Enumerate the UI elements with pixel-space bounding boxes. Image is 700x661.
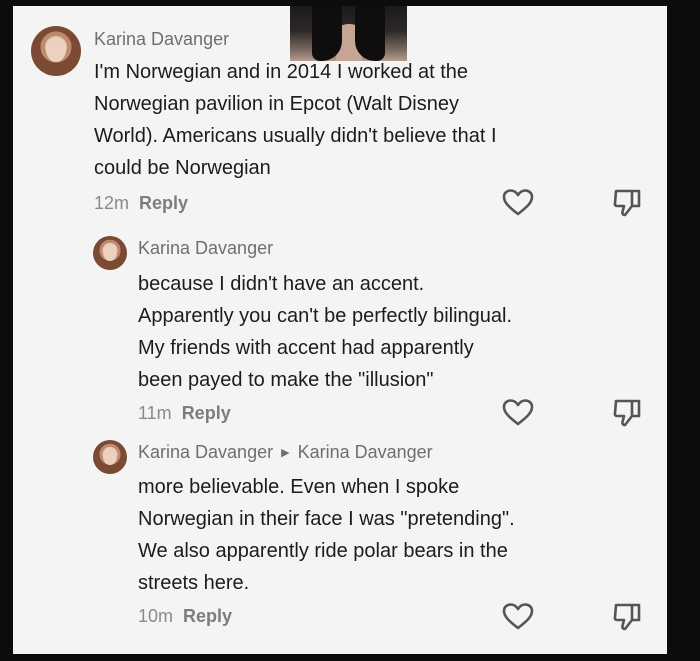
avatar[interactable] [93, 236, 127, 270]
comment-meta: 11m Reply [138, 403, 231, 424]
reply-arrow-icon: ▶ [281, 447, 290, 459]
thumbs-down-icon[interactable] [610, 186, 644, 220]
reply-to-author[interactable]: Karina Davanger [298, 442, 433, 462]
comment-text: I'm Norwegian and in 2014 I worked at th… [94, 61, 497, 179]
heart-outline-icon[interactable] [501, 186, 535, 220]
comment-author-line: Karina Davanger ▶ Karina Davanger [138, 442, 433, 463]
comment-screenshot: Karina Davanger I'm Norwegian and in 201… [13, 6, 667, 654]
reply-button[interactable]: Reply [139, 193, 188, 213]
comment-author[interactable]: Karina Davanger [138, 442, 273, 462]
comment-text: more believable. Even when I spoke Norwe… [138, 476, 515, 594]
comment-timestamp: 11m [138, 403, 172, 423]
heart-outline-icon[interactable] [501, 600, 535, 634]
reply-button[interactable]: Reply [182, 403, 231, 423]
reply-button[interactable]: Reply [183, 606, 232, 626]
comment-timestamp: 12m [94, 193, 130, 213]
comment-timestamp: 10m [138, 606, 174, 626]
comment-text: because I didn't have an accent. Apparen… [138, 273, 513, 391]
comment-meta: 12m Reply [94, 193, 188, 214]
avatar[interactable] [93, 440, 127, 474]
video-thumbnail[interactable] [290, 6, 407, 61]
comment-author[interactable]: Karina Davanger [138, 238, 273, 259]
comment-meta: 10m Reply [138, 606, 232, 627]
heart-outline-icon[interactable] [501, 396, 535, 430]
thumbs-down-icon[interactable] [610, 600, 644, 634]
thumbs-down-icon[interactable] [610, 396, 644, 430]
comment-author[interactable]: Karina Davanger [94, 29, 229, 50]
avatar[interactable] [31, 26, 81, 76]
